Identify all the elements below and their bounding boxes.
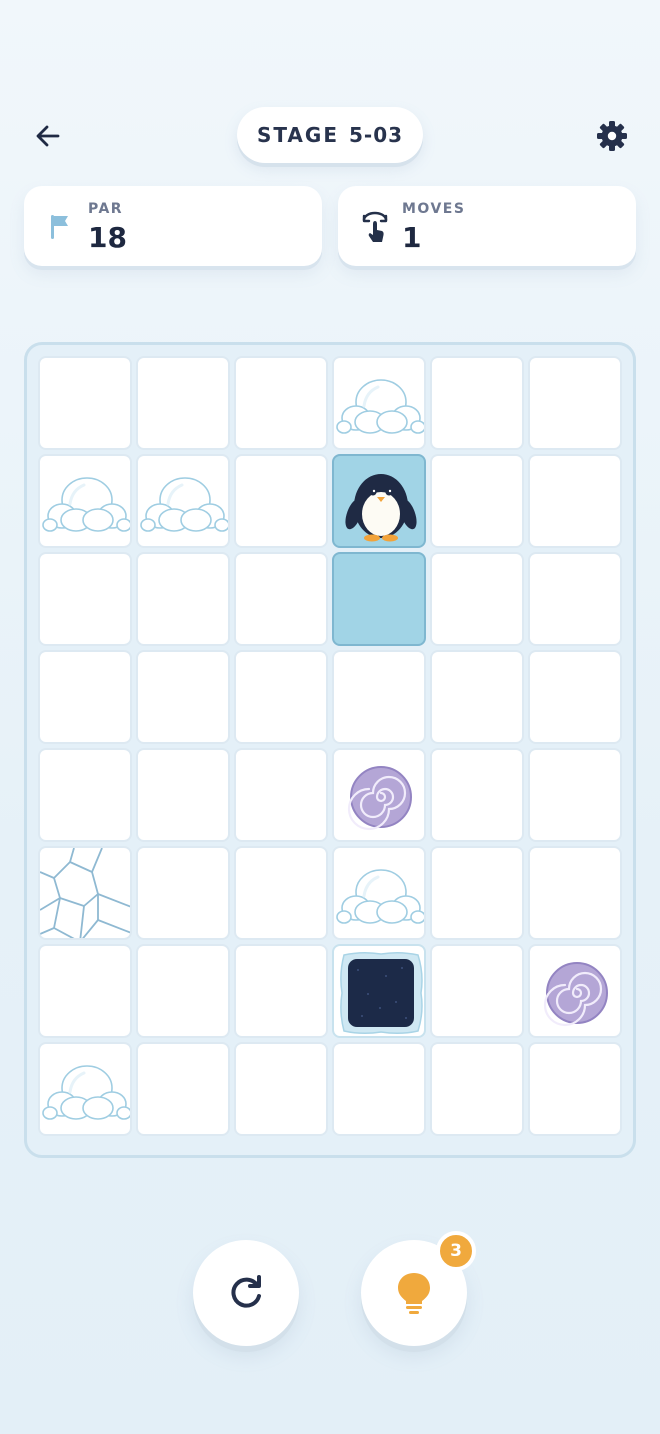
ice-tile[interactable] bbox=[136, 748, 230, 842]
moves-label: MOVES bbox=[402, 201, 466, 217]
snow-mound-icon bbox=[42, 477, 130, 532]
whirlpool-tile[interactable] bbox=[528, 944, 622, 1038]
whirlpool-icon bbox=[347, 766, 412, 831]
snow-tile[interactable] bbox=[332, 356, 426, 450]
cracked-tile[interactable] bbox=[38, 846, 132, 940]
ice-tile[interactable] bbox=[234, 944, 328, 1038]
ice-tile[interactable] bbox=[38, 650, 132, 744]
stage-indicator: STAGE 5-03 bbox=[237, 107, 423, 163]
snow-mound-icon bbox=[336, 869, 424, 924]
ice-tile[interactable] bbox=[528, 650, 622, 744]
ice-tile[interactable] bbox=[430, 454, 524, 548]
ice-tile[interactable] bbox=[234, 650, 328, 744]
whirlpool-icon bbox=[543, 962, 608, 1027]
ice-tile[interactable] bbox=[528, 846, 622, 940]
ice-tile[interactable] bbox=[136, 650, 230, 744]
hint-count-badge: 3 bbox=[436, 1231, 476, 1271]
ice-tile[interactable] bbox=[234, 552, 328, 646]
ice-tile[interactable] bbox=[430, 846, 524, 940]
penguin-icon bbox=[345, 474, 417, 542]
par-value: 18 bbox=[88, 221, 127, 254]
gear-icon bbox=[597, 121, 627, 151]
back-button[interactable] bbox=[28, 116, 68, 156]
ice-tile[interactable] bbox=[234, 748, 328, 842]
arrow-left-icon bbox=[36, 125, 60, 147]
restart-button[interactable] bbox=[193, 1240, 299, 1346]
ice-tile[interactable] bbox=[528, 356, 622, 450]
ice-tile[interactable] bbox=[430, 356, 524, 450]
ice-tile[interactable] bbox=[234, 1042, 328, 1136]
ice-tile[interactable] bbox=[38, 552, 132, 646]
settings-button[interactable] bbox=[592, 116, 632, 156]
ice-tile[interactable] bbox=[136, 1042, 230, 1136]
moves-value: 1 bbox=[402, 221, 422, 254]
ice-tile[interactable] bbox=[234, 846, 328, 940]
snow-mound-icon bbox=[336, 379, 424, 434]
stage-number: 5-03 bbox=[349, 123, 404, 147]
penguin-tile[interactable] bbox=[332, 454, 426, 548]
ice-tile[interactable] bbox=[136, 944, 230, 1038]
cracked-ice-icon bbox=[40, 848, 130, 938]
ice-tile[interactable] bbox=[430, 1042, 524, 1136]
swipe-icon bbox=[362, 211, 388, 242]
stage-label: STAGE bbox=[256, 123, 339, 147]
flag-icon bbox=[51, 215, 68, 239]
ice-tile[interactable] bbox=[38, 356, 132, 450]
lightbulb-icon bbox=[398, 1273, 430, 1314]
ice-tile[interactable] bbox=[38, 748, 132, 842]
ice-tile[interactable] bbox=[430, 748, 524, 842]
game-board bbox=[24, 342, 636, 1158]
moves-card: MOVES 1 bbox=[338, 186, 636, 266]
ice-tile[interactable] bbox=[528, 1042, 622, 1136]
ice-tile[interactable] bbox=[136, 846, 230, 940]
restart-icon bbox=[231, 1275, 261, 1308]
ice-tile[interactable] bbox=[528, 552, 622, 646]
ice-tile[interactable] bbox=[234, 454, 328, 548]
snow-tile[interactable] bbox=[136, 454, 230, 548]
ice-tile[interactable] bbox=[430, 650, 524, 744]
ice-tile[interactable] bbox=[332, 650, 426, 744]
snow-tile[interactable] bbox=[38, 1042, 132, 1136]
ice-hole-icon bbox=[340, 951, 423, 1035]
ice-tile[interactable] bbox=[528, 454, 622, 548]
par-card: PAR 18 bbox=[24, 186, 322, 266]
trail-tile[interactable] bbox=[332, 552, 426, 646]
snow-mound-icon bbox=[42, 1065, 130, 1120]
ice-tile[interactable] bbox=[528, 748, 622, 842]
ice-tile[interactable] bbox=[136, 552, 230, 646]
snow-tile[interactable] bbox=[332, 846, 426, 940]
ice-tile[interactable] bbox=[234, 356, 328, 450]
hole-tile[interactable] bbox=[332, 944, 426, 1038]
par-label: PAR bbox=[88, 201, 124, 217]
ice-tile[interactable] bbox=[430, 552, 524, 646]
ice-tile[interactable] bbox=[38, 944, 132, 1038]
ice-tile[interactable] bbox=[136, 356, 230, 450]
ice-tile[interactable] bbox=[332, 1042, 426, 1136]
snow-tile[interactable] bbox=[38, 454, 132, 548]
ice-tile[interactable] bbox=[430, 944, 524, 1038]
whirlpool-tile[interactable] bbox=[332, 748, 426, 842]
snow-mound-icon bbox=[140, 477, 228, 532]
